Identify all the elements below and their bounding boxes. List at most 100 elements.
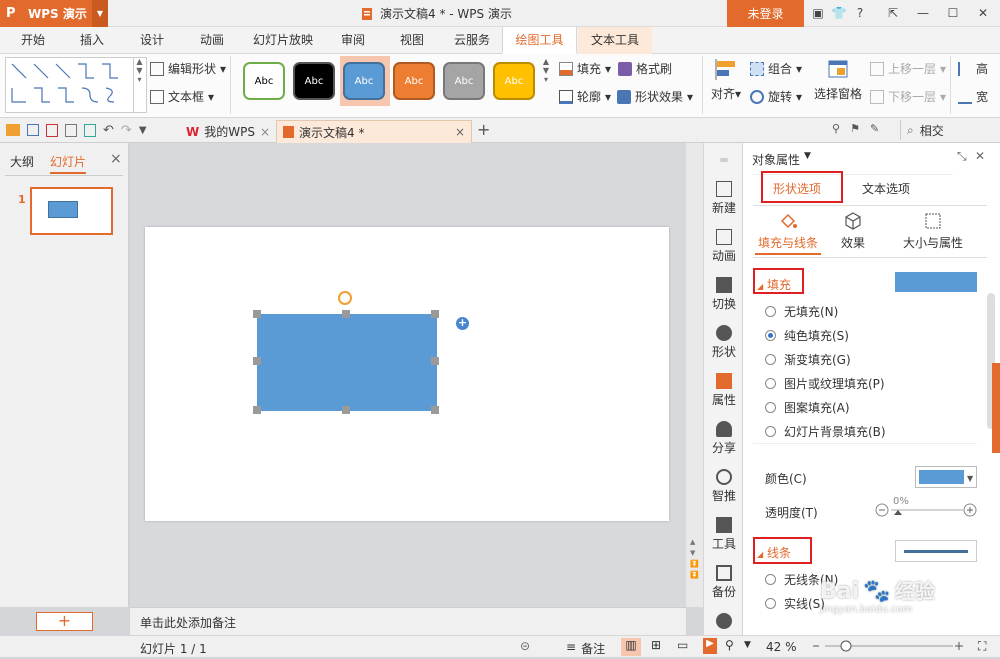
close-icon[interactable]: × — [260, 125, 270, 139]
align-button[interactable]: 对齐▾ — [708, 58, 744, 102]
chevron-down-icon[interactable]: ▼ — [139, 125, 147, 136]
line-option-solid[interactable]: 实线(S) — [765, 595, 825, 612]
color-picker[interactable]: ▼ — [915, 466, 977, 488]
slider-thumb[interactable] — [894, 510, 902, 515]
fill-color-preview[interactable] — [895, 272, 977, 292]
style-white[interactable]: Abc — [243, 62, 285, 100]
side-shape[interactable]: 形状 — [704, 325, 744, 360]
radio-button[interactable] — [765, 354, 776, 365]
tab-design[interactable]: 设计 — [127, 27, 177, 54]
print-preview-icon[interactable] — [84, 123, 96, 137]
height-field[interactable]: 高 — [958, 60, 988, 77]
add-slide-button[interactable]: + — [36, 612, 93, 631]
shape-effect-button[interactable]: 形状效果 ▾ — [617, 88, 693, 105]
selected-rectangle-shape[interactable] — [257, 314, 437, 411]
width-field[interactable]: 宽 — [958, 88, 988, 105]
selection-pane-button[interactable]: 选择窗格 — [812, 58, 864, 102]
rotate-button[interactable]: 旋转 ▾ — [750, 88, 802, 105]
side-tools[interactable]: 工具 — [704, 517, 744, 552]
resize-handle[interactable] — [431, 406, 439, 414]
radio-button[interactable] — [765, 306, 776, 317]
tab-document[interactable]: 演示文稿4 * × — [276, 120, 472, 143]
shirt-icon[interactable]: 👕 — [830, 4, 848, 22]
resize-handle[interactable] — [253, 357, 261, 365]
tab-review[interactable]: 审阅 — [328, 27, 378, 54]
radio-button[interactable] — [765, 402, 776, 413]
style-orange[interactable]: Abc — [393, 62, 435, 100]
fill-button[interactable]: 填充 ▾ — [559, 60, 611, 77]
side-animation[interactable]: 动画 — [704, 229, 744, 264]
radio-button[interactable] — [765, 574, 776, 585]
resize-handle[interactable] — [431, 310, 439, 318]
undock-icon[interactable]: ⤡ — [957, 149, 967, 164]
side-transition[interactable]: 切换 — [704, 277, 744, 312]
style-yellow[interactable]: Abc — [493, 62, 535, 100]
slide-thumbnail[interactable] — [30, 187, 113, 235]
transparency-slider[interactable] — [875, 499, 979, 521]
chevron-down-icon[interactable]: ▼ — [744, 640, 751, 650]
new-tab-icon[interactable]: + — [477, 120, 490, 139]
pin-icon[interactable]: ⚲ — [832, 122, 840, 135]
app-menu-button[interactable]: P WPS 演示 ▼ — [0, 0, 108, 27]
sub-tab-effect[interactable]: 效果 — [835, 211, 871, 251]
radio-button[interactable] — [765, 598, 776, 609]
sub-tab-size[interactable]: 大小与属性 — [887, 211, 979, 251]
export-pdf-icon[interactable] — [46, 123, 58, 137]
shape-gallery[interactable] — [5, 57, 147, 113]
chevron-down-icon[interactable]: ▼ — [92, 0, 108, 27]
style-blue[interactable]: Abc — [343, 62, 385, 100]
pin-icon[interactable]: ⚲ — [725, 638, 734, 652]
menu-icon[interactable]: ═ — [704, 153, 744, 167]
resize-handle[interactable] — [431, 357, 439, 365]
save-icon[interactable] — [27, 124, 39, 136]
panel-collapse-handle[interactable] — [992, 363, 1000, 453]
slide-sorter-icon[interactable]: ⊞ — [651, 638, 661, 652]
line-style-preview[interactable] — [895, 540, 977, 562]
send-backward-button[interactable]: 下移一层 ▾ — [870, 88, 946, 105]
resize-handle[interactable] — [342, 406, 350, 414]
style-black[interactable]: Abc — [293, 62, 335, 100]
vertical-scrollbar[interactable]: ▲ ▼ ⏬ ⏬ — [686, 143, 703, 607]
radio-button[interactable] — [765, 426, 776, 437]
side-recommend[interactable]: 智推 — [704, 469, 744, 504]
tab-text-options[interactable]: 文本选项 — [862, 180, 910, 197]
close-icon[interactable]: ✕ — [975, 149, 985, 163]
close-icon[interactable]: × — [110, 151, 122, 167]
gallery-scroll[interactable]: ▲ ▼ ▾ — [133, 57, 145, 113]
edit-shape-button[interactable]: 编辑形状 ▾ — [150, 60, 226, 77]
sub-tab-fill-line[interactable]: 填充与线条 — [755, 211, 821, 255]
style-gray[interactable]: Abc — [443, 62, 485, 100]
radio-button[interactable] — [765, 378, 776, 389]
resize-handle[interactable] — [342, 310, 350, 318]
side-new[interactable]: 新建 — [704, 181, 744, 216]
fill-option[interactable]: 图案填充(A) — [765, 399, 850, 416]
fill-option[interactable]: 纯色填充(S) — [765, 327, 849, 344]
flag-icon[interactable]: ⚑ — [850, 122, 860, 135]
tab-drawing-tools[interactable]: 绘图工具 — [502, 27, 577, 54]
print-icon[interactable] — [65, 123, 77, 137]
fill-option[interactable]: 幻灯片背景填充(B) — [765, 423, 886, 440]
tab-view[interactable]: 视图 — [387, 27, 437, 54]
restore-icon[interactable]: ⇱ — [884, 4, 902, 22]
skin-icon[interactable]: ▣ — [809, 4, 827, 22]
format-painter-button[interactable]: 格式刷 — [618, 60, 672, 77]
fill-option[interactable]: 图片或纹理填充(P) — [765, 375, 885, 392]
normal-view-icon[interactable]: ▥ — [621, 638, 641, 656]
undo-icon[interactable]: ↶ — [103, 123, 114, 138]
fit-window-icon[interactable]: ⛶ — [978, 639, 986, 654]
tab-slideshow[interactable]: 幻灯片放映 — [247, 27, 319, 54]
tab-my-wps[interactable]: W 我的WPS × — [180, 120, 276, 143]
fill-option[interactable]: 渐变填充(G) — [765, 351, 851, 368]
comment-icon[interactable]: ✎ — [870, 122, 879, 135]
reading-view-icon[interactable]: ▭ — [677, 638, 688, 652]
side-backup[interactable]: 备份 — [704, 565, 744, 600]
zoom-slider[interactable] — [805, 636, 975, 656]
redo-icon[interactable]: ↷ — [121, 123, 132, 138]
tab-insert[interactable]: 插入 — [67, 27, 117, 54]
side-share[interactable]: 分享 — [704, 421, 744, 456]
fill-option[interactable]: 无填充(N) — [765, 303, 838, 320]
tab-start[interactable]: 开始 — [8, 27, 58, 54]
close-icon[interactable]: ✕ — [974, 4, 992, 22]
notes-toggle[interactable]: ≡ 备注 — [566, 640, 605, 657]
maximize-icon[interactable]: ☐ — [944, 4, 962, 22]
